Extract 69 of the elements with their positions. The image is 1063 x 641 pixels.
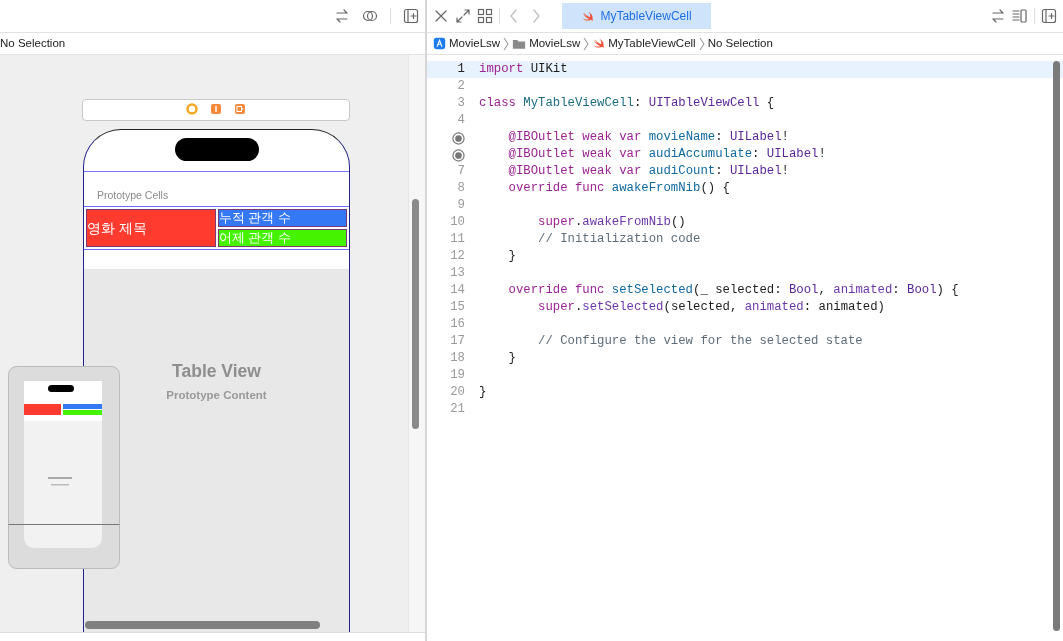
code-line: } xyxy=(479,384,487,401)
line-number: 11 xyxy=(450,232,465,246)
horizontal-scrollbar[interactable] xyxy=(85,621,320,629)
line-number: 10 xyxy=(450,215,465,229)
line-number: 8 xyxy=(457,181,465,195)
cell-label: 어제 관객 수 xyxy=(218,229,347,247)
line-number: 7 xyxy=(457,164,465,178)
expand-icon[interactable] xyxy=(455,8,471,24)
app-icon xyxy=(433,37,446,50)
code-line: class MyTableViewCell: UITableViewCell { xyxy=(479,95,775,112)
exit-icon[interactable] xyxy=(234,103,246,115)
code-line: import UIKit xyxy=(479,61,568,78)
placeholder-title: Table View xyxy=(171,360,262,383)
grid-icon[interactable] xyxy=(477,8,493,24)
folder-icon xyxy=(512,37,527,50)
swift-icon xyxy=(581,9,595,23)
line-number: 3 xyxy=(457,96,465,110)
code-line: super.awakeFromNib() xyxy=(537,214,686,231)
outlet-connected-icon[interactable] xyxy=(452,132,465,146)
line-number: 1 xyxy=(457,62,465,76)
line-number: 13 xyxy=(450,266,465,280)
code-line: // Configure the view for the selected state xyxy=(537,333,863,350)
inspector-icon[interactable] xyxy=(1012,8,1028,24)
line-number: 15 xyxy=(450,300,465,314)
breadcrumb-label[interactable]: No Selection xyxy=(0,34,66,53)
add-editor-icon[interactable] xyxy=(1041,8,1057,24)
first-responder-icon[interactable] xyxy=(210,103,222,115)
overlapping-circles-icon[interactable] xyxy=(362,8,378,24)
line-number: 14 xyxy=(450,283,465,297)
swap-arrows-icon[interactable] xyxy=(990,8,1006,24)
swift-icon xyxy=(592,37,606,50)
line-number: 20 xyxy=(450,385,465,399)
code-line: @IBOutlet weak var audiAccumulate: UILabel! xyxy=(507,146,826,163)
chevron-icon xyxy=(503,36,510,51)
line-number: 9 xyxy=(457,198,465,212)
code-line: // Initialization code xyxy=(537,231,701,248)
line-number: 2 xyxy=(457,79,465,93)
breadcrumb-item[interactable]: MyTableViewCell xyxy=(592,34,696,53)
line-number: 16 xyxy=(450,317,465,331)
line-number: 21 xyxy=(450,402,465,416)
line-number: 17 xyxy=(450,334,465,348)
breadcrumb-item[interactable]: MovieLsw xyxy=(512,34,581,53)
breadcrumb-item[interactable]: No Selection xyxy=(707,34,773,53)
editor-tab[interactable]: MyTableViewCell xyxy=(562,3,711,29)
code-line: } xyxy=(507,248,516,265)
add-editor-icon[interactable] xyxy=(403,8,419,24)
code-line: @IBOutlet weak var audiCount: UILabel! xyxy=(507,163,789,180)
code-line: super.setSelected(selected, animated: animated) xyxy=(537,299,885,316)
swap-arrows-icon[interactable] xyxy=(334,8,350,24)
cell-label: 누적 관객 수 xyxy=(218,209,347,227)
code-line: } xyxy=(507,350,516,367)
placeholder-subtitle: Prototype Content xyxy=(165,388,268,403)
code-line: override func setSelected(_ selected: Bool, animated: Bool) { xyxy=(507,282,959,299)
close-icon[interactable] xyxy=(433,8,449,24)
line-number: 19 xyxy=(450,368,465,382)
table-cell[interactable]: 영화 제목 누적 관객 수 어제 관객 수 xyxy=(84,206,349,250)
cell-label: 영화 제목 xyxy=(86,209,216,247)
code-line: override func awakeFromNib() { xyxy=(507,180,730,197)
line-number: 4 xyxy=(457,113,465,127)
vertical-scrollbar[interactable] xyxy=(1053,61,1060,631)
line-number: 18 xyxy=(450,351,465,365)
code-line: @IBOutlet weak var movieName: UILabel! xyxy=(507,129,789,146)
breadcrumb-item[interactable]: MovieLsw xyxy=(433,34,501,53)
chevron-icon xyxy=(698,36,705,51)
line-number: 12 xyxy=(450,249,465,263)
outlet-connected-icon[interactable] xyxy=(452,149,465,163)
chevron-icon xyxy=(583,36,590,51)
vertical-scrollbar[interactable] xyxy=(412,199,419,429)
section-header: Prototype Cells xyxy=(97,188,169,203)
